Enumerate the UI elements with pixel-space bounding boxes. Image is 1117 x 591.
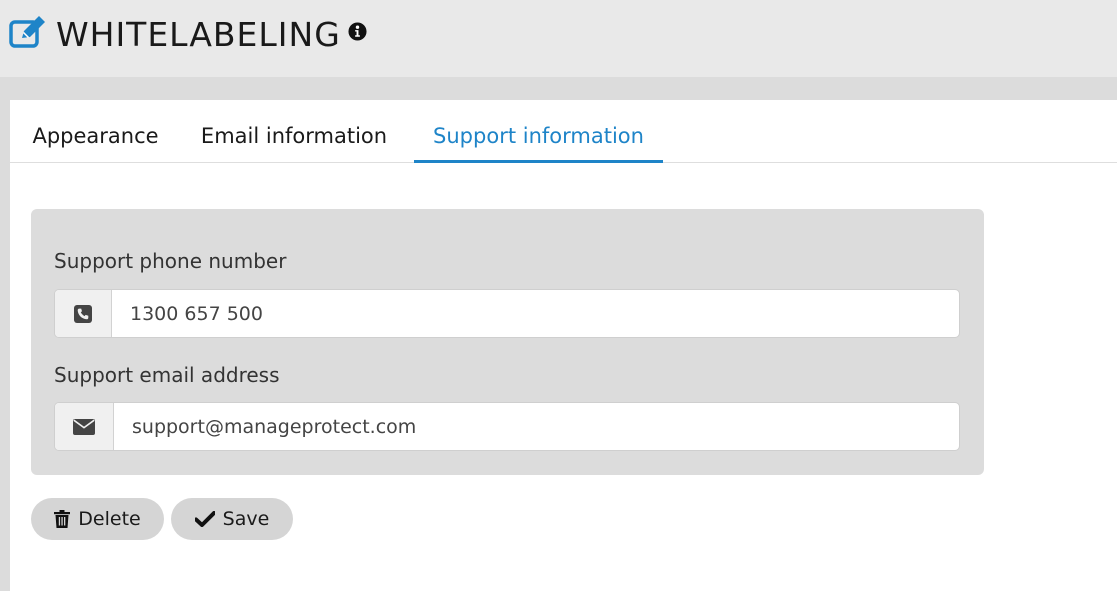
phone-addon xyxy=(55,290,112,337)
content-panel: Appearance Email information Support inf… xyxy=(10,100,1117,591)
page-title: WHITELABELING xyxy=(56,15,341,54)
trash-icon xyxy=(54,510,71,528)
info-circle-icon[interactable] xyxy=(348,22,367,41)
email-field[interactable]: support@manageprotect.com xyxy=(54,402,960,451)
delete-label: Delete xyxy=(78,508,141,530)
phone-icon xyxy=(74,304,92,323)
edit-icon xyxy=(9,16,45,48)
check-icon xyxy=(194,511,215,527)
email-label: Support email address xyxy=(54,363,280,387)
delete-button[interactable]: Delete xyxy=(31,498,164,540)
envelope-icon xyxy=(73,418,95,435)
support-form: Support phone number 1300 657 500 Suppor… xyxy=(31,209,984,475)
tab-support-information[interactable]: Support information xyxy=(414,100,663,163)
phone-label: Support phone number xyxy=(54,249,287,273)
phone-field[interactable]: 1300 657 500 xyxy=(54,289,960,338)
email-input[interactable]: support@manageprotect.com xyxy=(132,403,416,450)
email-addon xyxy=(55,403,114,450)
page-header: WHITELABELING xyxy=(0,0,1117,77)
phone-input[interactable]: 1300 657 500 xyxy=(130,290,263,337)
save-label: Save xyxy=(222,508,270,530)
tab-email-information[interactable]: Email information xyxy=(195,100,393,163)
save-button[interactable]: Save xyxy=(171,498,293,540)
tab-bar: Appearance Email information Support inf… xyxy=(10,100,1117,163)
tab-appearance[interactable]: Appearance xyxy=(28,100,163,163)
